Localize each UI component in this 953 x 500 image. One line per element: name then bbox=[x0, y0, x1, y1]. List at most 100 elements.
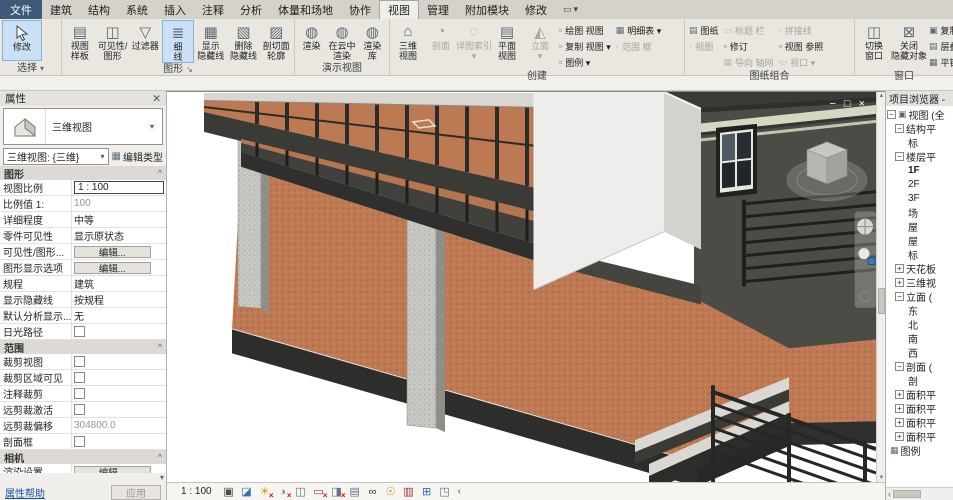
type-selector[interactable]: 三维视图 ▾ bbox=[3, 108, 163, 145]
property-value[interactable]: 建筑 bbox=[72, 276, 166, 291]
ribbon-button[interactable]: ◍ 渲染库 bbox=[358, 20, 387, 61]
collapse-toolbar-icon[interactable]: ‹ bbox=[458, 486, 461, 497]
ribbon-button[interactable]: ▦ 显示隐藏线 bbox=[195, 20, 227, 63]
ribbon-tab[interactable]: 系统 bbox=[118, 0, 156, 19]
ribbon-button[interactable]: ◫ 切换窗口 bbox=[857, 20, 891, 70]
section-header-camera[interactable]: 相机^ bbox=[0, 450, 166, 464]
ribbon-button[interactable]: ◭ 立面▾ bbox=[524, 20, 556, 70]
property-value[interactable] bbox=[72, 354, 166, 369]
ribbon-small-button[interactable]: ▭ 标题 栏 bbox=[722, 22, 776, 38]
section-header-graphics[interactable]: 图形^ bbox=[0, 166, 166, 180]
tree-item[interactable]: 3F bbox=[886, 191, 953, 205]
tree-expand-icon[interactable]: − bbox=[895, 362, 904, 371]
scrollbar-up-icon[interactable]: ▲ bbox=[878, 93, 885, 99]
property-value[interactable]: 中等 bbox=[72, 212, 166, 227]
tree-item[interactable]: − 剖面 ( bbox=[886, 359, 953, 373]
view-control-icon[interactable]: ◑ × bbox=[276, 485, 290, 499]
ribbon-button[interactable]: ◍ 渲染 bbox=[297, 20, 326, 61]
tree-item[interactable]: 剖 bbox=[886, 373, 953, 387]
scrollbar-down-icon[interactable]: ▾ bbox=[160, 473, 164, 484]
project-browser-hscrollbar[interactable]: ‹ bbox=[886, 487, 953, 500]
property-value[interactable]: 编辑... bbox=[72, 244, 166, 259]
ribbon-tab[interactable]: 协作 bbox=[341, 0, 379, 19]
modify-button[interactable]: 修改 bbox=[2, 20, 42, 61]
file-menu-button[interactable]: 文件 bbox=[0, 0, 42, 19]
ribbon-display-toggle[interactable]: ▭ ▾ bbox=[555, 0, 586, 19]
property-value[interactable] bbox=[72, 324, 166, 339]
apply-button[interactable]: 应用 bbox=[111, 485, 161, 500]
property-value[interactable] bbox=[72, 370, 166, 385]
ribbon-small-button[interactable]: ▫ 图例 ▾ bbox=[557, 54, 613, 70]
ribbon-tab[interactable]: 修改 bbox=[517, 0, 555, 19]
ribbon-button[interactable]: ▤ 视图样板 bbox=[64, 20, 96, 63]
tree-item[interactable]: 屋 bbox=[886, 219, 953, 233]
scrollbar-thumb[interactable] bbox=[878, 288, 885, 314]
ribbon-button[interactable]: ◔ 剖面 bbox=[425, 20, 457, 70]
tree-expand-icon[interactable]: + bbox=[895, 432, 904, 441]
tree-item[interactable]: + 三维视 bbox=[886, 275, 953, 289]
tree-item[interactable]: − 楼层平 bbox=[886, 149, 953, 163]
tree-item[interactable]: ▦ 图例 bbox=[886, 443, 953, 457]
tree-item[interactable]: 场 bbox=[886, 205, 953, 219]
property-value[interactable]: 无 bbox=[72, 308, 166, 323]
tree-item[interactable]: + 面积平 bbox=[886, 415, 953, 429]
tree-item[interactable]: 东 bbox=[886, 303, 953, 317]
tree-item[interactable]: 1F bbox=[886, 163, 953, 177]
tree-item[interactable]: 标 bbox=[886, 135, 953, 149]
tree-expand-icon[interactable]: + bbox=[895, 264, 904, 273]
ribbon-small-button[interactable]: ▤ 图纸 bbox=[687, 22, 721, 38]
properties-help-link[interactable]: 属性帮助 bbox=[5, 485, 45, 500]
view-control-icon[interactable]: ▤ bbox=[348, 485, 362, 499]
ribbon-button[interactable]: ▧ 删除隐藏线 bbox=[228, 20, 260, 63]
ribbon-tab[interactable]: 体量和场地 bbox=[270, 0, 341, 19]
ribbon-small-button[interactable]: ▫ 拼接线 bbox=[777, 22, 826, 38]
scale-button[interactable]: 1 : 100 bbox=[181, 486, 212, 497]
property-value[interactable]: 编辑... bbox=[72, 260, 166, 275]
ribbon-tab[interactable]: 附加模块 bbox=[457, 0, 517, 19]
tree-item[interactable]: 西 bbox=[886, 345, 953, 359]
tree-item[interactable]: 南 bbox=[886, 331, 953, 345]
tree-expand-icon[interactable]: + bbox=[895, 390, 904, 399]
ribbon-tab[interactable]: 管理 bbox=[419, 0, 457, 19]
property-value[interactable]: 显示原状态 bbox=[72, 228, 166, 243]
view-control-icon[interactable]: ☀ × bbox=[258, 485, 272, 499]
ribbon-tab[interactable]: 插入 bbox=[156, 0, 194, 19]
scrollbar-left-icon[interactable]: ‹ bbox=[888, 489, 891, 499]
ribbon-tab[interactable]: 结构 bbox=[80, 0, 118, 19]
ribbon-small-button[interactable]: ▦ 明细表 ▾ bbox=[614, 22, 664, 38]
ribbon-button[interactable]: ▨ 剖切面轮廓 bbox=[260, 20, 292, 63]
tree-item[interactable]: + 面积平 bbox=[886, 387, 953, 401]
tree-item[interactable]: 标 bbox=[886, 247, 953, 261]
edit-type-button[interactable]: ▦ 编辑类型 bbox=[112, 149, 163, 164]
drawing-area[interactable]: − □ × ▲ ▼ 1 : 100 ▣ bbox=[167, 91, 885, 500]
ribbon-tab[interactable]: 分析 bbox=[232, 0, 270, 19]
ribbon-small-button[interactable]: ▤ 层叠 bbox=[927, 38, 953, 54]
dialog-launcher-icon[interactable]: ↘ bbox=[186, 64, 193, 76]
tree-item[interactable]: 屋 bbox=[886, 233, 953, 247]
property-value[interactable]: 304800.0 bbox=[72, 418, 166, 433]
ribbon-button[interactable]: ▤ 平面视图 bbox=[491, 20, 523, 70]
minimize-icon[interactable]: − bbox=[829, 98, 835, 110]
property-value[interactable] bbox=[72, 434, 166, 449]
close-icon[interactable]: × bbox=[859, 98, 865, 110]
ribbon-small-button[interactable]: ▣ 复制 bbox=[927, 22, 953, 38]
view-type-combo[interactable]: 三维视图: {三维} ▾ bbox=[3, 148, 109, 165]
scrollbar-thumb[interactable] bbox=[893, 490, 921, 498]
ribbon-small-button[interactable]: ▭ 视口 ▾ bbox=[777, 54, 826, 70]
view-control-icon[interactable]: ▭ × bbox=[312, 485, 326, 499]
ribbon-small-button[interactable]: ▫ 视图 bbox=[687, 38, 721, 54]
view-control-icon[interactable]: ☉ bbox=[384, 485, 398, 499]
tree-item[interactable]: − ▣ 视图 (全 bbox=[886, 107, 953, 121]
tree-item[interactable]: + 面积平 bbox=[886, 401, 953, 415]
ribbon-button[interactable]: ◍ 在云中渲染 bbox=[327, 20, 356, 61]
tree-expand-icon[interactable]: + bbox=[895, 278, 904, 287]
tree-item[interactable]: 2F bbox=[886, 177, 953, 191]
ribbon-button[interactable]: ⌂ 三维视图 bbox=[392, 20, 424, 70]
ribbon-tab[interactable]: 注释 bbox=[194, 0, 232, 19]
property-value[interactable]: 100 bbox=[72, 196, 166, 211]
ribbon-small-button[interactable]: ▦ 导向 轴网 bbox=[722, 54, 776, 70]
panel-label-select[interactable]: 选择▾ bbox=[0, 62, 61, 75]
ribbon-tab[interactable]: 视图 bbox=[379, 0, 419, 19]
section-header-extents[interactable]: 范围^ bbox=[0, 340, 166, 354]
navigation-bar[interactable] bbox=[855, 212, 876, 308]
